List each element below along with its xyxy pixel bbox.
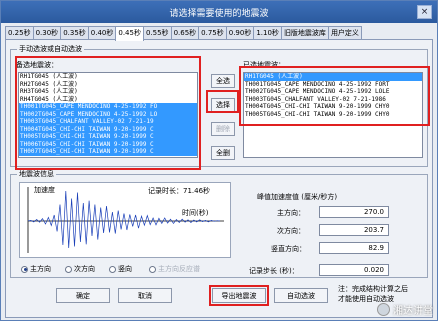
candidate-wave-item[interactable]: RH3TG045 (人工波) <box>19 88 197 96</box>
chosen-wave-item[interactable]: RH1TG045 (人工波) <box>244 73 422 81</box>
vertical-dir-value: 82.9 <box>319 242 389 254</box>
chosen-wave-list[interactable]: RH1TG045 (人工波) TH001TG045_CAPE MENDOCINO … <box>243 72 423 158</box>
dialog-window: 请选择需要使用的地震波 × 0.25秒 0.30秒 0.35秒 0.40秒 0.45秒 0… <box>0 0 438 321</box>
direction-radio-1[interactable]: 次方向 <box>65 264 95 274</box>
duration-text: 记录时长：71.46秒 <box>148 187 211 195</box>
tab-9[interactable]: 1.10秒 <box>253 26 282 40</box>
direction-radio-2[interactable]: 竖向 <box>109 264 132 274</box>
wave-info-title: 地震波信息 <box>17 169 56 179</box>
radio-dot <box>149 265 156 273</box>
note-line-1: 注：完成结构计算之后 <box>338 285 408 293</box>
candidate-wave-list[interactable]: RH1TG045 (人工波) RH2TG045 (人工波) RH3TG045 (人工… <box>18 72 198 158</box>
peak-title: 峰值加速度值 (厘米/秒方) <box>257 193 338 201</box>
radio-label: 次方向 <box>74 265 95 273</box>
radio-dot <box>109 265 116 273</box>
delete-button[interactable]: 删除 <box>211 122 235 136</box>
tab-page: 手动选波或自动选波 备选地震波： RH1TG045 (人工波) RH2TG045 … <box>5 39 433 318</box>
radio-dot <box>21 265 28 273</box>
selection-group-title: 手动选波或自动选波 <box>17 44 84 54</box>
direction-radio-0[interactable]: 主方向 <box>21 264 51 274</box>
tab-3[interactable]: 0.40秒 <box>87 26 117 40</box>
y-axis-label: 加速度 <box>34 186 55 194</box>
export-wave-button[interactable]: 导出地震波 <box>212 288 266 303</box>
waveform-plot: 加速度 记录时长：71.46秒 时间(秒) <box>19 182 231 258</box>
candidate-wave-item[interactable]: TH001TG045_CAPE MENDOCINO 4-25-1992 FO <box>19 103 197 111</box>
tab-2[interactable]: 0.35秒 <box>60 26 89 40</box>
candidate-wave-item[interactable]: TH005TG045_CHI-CHI TAIWAN 9-20-1999 C <box>19 133 197 141</box>
secondary-dir-value: 203.7 <box>319 224 389 236</box>
cancel-button[interactable]: 取消 <box>118 288 172 303</box>
candidates-label: 备选地震波： <box>16 61 58 69</box>
window-title: 请选择需要使用的地震波 <box>169 8 269 19</box>
chosen-wave-item[interactable]: TH002TG045_CAPE MENDOCINO 4-25-1992 LOLE <box>244 88 422 96</box>
tab-11[interactable]: 用户定义 <box>327 26 362 40</box>
candidate-wave-item[interactable]: TH004TG045_CHI-CHI TAIWAN 9-20-1999 C <box>19 125 197 133</box>
direction-radio-3[interactable]: 主方向反应谱 <box>149 264 200 274</box>
radio-dot <box>65 265 72 273</box>
candidate-wave-item[interactable]: RH4TG045 (人工波) <box>19 96 197 104</box>
candidate-wave-item[interactable]: TH007TG045_CHI-CHI TAIWAN 9-20-1999 C <box>19 148 197 156</box>
x-axis-label: 时间(秒) <box>182 209 209 217</box>
select-all-button[interactable]: 全选 <box>211 74 235 88</box>
delete-all-button[interactable]: 全删 <box>211 146 235 160</box>
auto-select-button[interactable]: 自动选波 <box>274 288 328 303</box>
candidate-wave-item[interactable]: TH003TG045_CHALFANT VALLEY-02 7-21-19 <box>19 118 197 126</box>
candidate-wave-item[interactable]: RH1TG045 (人工波) <box>19 73 197 81</box>
chosen-wave-item[interactable]: TH005TG045_CHI-CHI TAIWAN 9-20-1999 CHY0 <box>244 111 422 119</box>
tab-0[interactable]: 0.25秒 <box>5 26 34 40</box>
wave-info-group: 地震波信息 加速度 记录时长：71.46秒 时间(秒) 峰值加速度值 (厘米/秒… <box>10 169 428 278</box>
step-label: 记录步长 (秒)： <box>249 267 299 275</box>
chosen-wave-item[interactable]: TH004TG045_CHI-CHI TAIWAN 9-20-1999 CHY0 <box>244 103 422 111</box>
radio-label: 主方向反应谱 <box>158 265 200 273</box>
vertical-dir-label: 竖直方向： <box>271 245 306 253</box>
tab-8[interactable]: 0.90秒 <box>225 26 255 40</box>
radio-label: 主方向 <box>30 265 51 273</box>
tab-4[interactable]: 0.45秒 <box>115 26 144 41</box>
waveform-series-line <box>27 190 221 249</box>
step-value: 0.020 <box>319 264 389 276</box>
chosen-label: 已选地震波： <box>243 61 285 69</box>
ok-button[interactable]: 确定 <box>56 288 110 303</box>
candidate-wave-item[interactable]: RH2TG045 (人工波) <box>19 81 197 89</box>
tab-7[interactable]: 0.75秒 <box>198 26 227 40</box>
chosen-wave-item[interactable]: TH001TG045_CAPE MENDOCINO 4-25-1992 FORT <box>244 81 422 89</box>
main-dir-value: 270.0 <box>319 206 389 218</box>
watermark-text: 湘达讲堂 <box>393 306 433 317</box>
title-bar: 请选择需要使用的地震波 × <box>1 1 437 23</box>
watermark-icon <box>377 303 390 316</box>
main-dir-label: 主方向： <box>277 209 305 217</box>
chosen-wave-item[interactable]: TH003TG045_CHALFANT VALLEY-02 7-21-1986 <box>244 96 422 104</box>
tab-6[interactable]: 0.65秒 <box>170 26 200 40</box>
secondary-dir-label: 次方向： <box>277 227 305 235</box>
close-button[interactable]: × <box>417 5 432 19</box>
watermark: 湘达讲堂 <box>377 302 433 317</box>
candidate-wave-item[interactable]: TH006TG045_CHI-CHI TAIWAN 9-20-1999 C <box>19 140 197 148</box>
tab-10[interactable]: 旧版地震波库 <box>280 26 329 40</box>
radio-label: 竖向 <box>118 265 132 273</box>
tab-strip: 0.25秒 0.30秒 0.35秒 0.40秒 0.45秒 0.55秒 0.65秒 0.75秒… <box>5 26 433 41</box>
select-button[interactable]: 选择 <box>211 98 235 112</box>
candidate-wave-item[interactable]: TH002TG045_CAPE MENDOCINO 4-25-1992 LO <box>19 110 197 118</box>
tab-5[interactable]: 0.55秒 <box>142 26 172 40</box>
selection-group: 手动选波或自动选波 备选地震波： RH1TG045 (人工波) RH2TG045 … <box>10 44 428 167</box>
tab-1[interactable]: 0.30秒 <box>32 26 62 40</box>
